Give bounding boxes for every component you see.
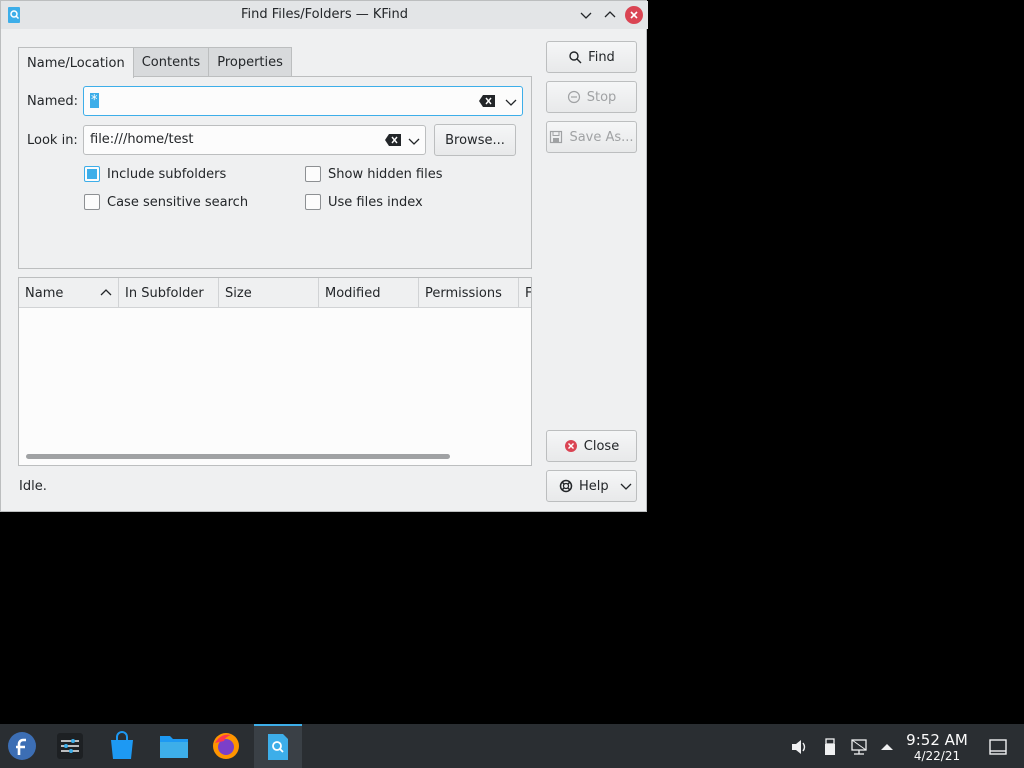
sort-ascending-icon bbox=[100, 289, 112, 296]
close-circle-icon bbox=[564, 440, 577, 452]
titlebar[interactable]: Find Files/Folders — KFind bbox=[1, 1, 648, 29]
status-text: Idle. bbox=[19, 479, 47, 494]
system-settings-task[interactable] bbox=[46, 724, 94, 768]
checkbox-box[interactable] bbox=[305, 166, 321, 182]
named-combobox[interactable]: * bbox=[83, 86, 523, 116]
close-icon bbox=[630, 11, 638, 19]
chevron-down-icon bbox=[580, 12, 592, 19]
tab-bar: Name/Location Contents Properties bbox=[18, 47, 292, 78]
column-header-in-subfolder[interactable]: In Subfolder bbox=[119, 278, 219, 308]
checkbox-box[interactable] bbox=[305, 194, 321, 210]
firefox-task[interactable] bbox=[202, 724, 250, 768]
named-label: Named: bbox=[27, 94, 78, 109]
stop-icon bbox=[567, 90, 580, 104]
find-button[interactable]: Find bbox=[546, 41, 637, 73]
store-bag-icon bbox=[111, 731, 133, 759]
clock-time: 9:52 AM bbox=[906, 731, 968, 749]
results-table[interactable]: Name In Subfolder Size Modified Permissi… bbox=[18, 277, 532, 466]
volume-icon[interactable] bbox=[790, 738, 808, 756]
save-icon bbox=[550, 130, 563, 144]
case-sensitive-checkbox[interactable]: Case sensitive search bbox=[84, 194, 248, 210]
fedora-logo-icon bbox=[8, 732, 36, 760]
column-header-name[interactable]: Name bbox=[19, 278, 119, 308]
show-desktop-icon[interactable] bbox=[988, 738, 1008, 756]
chevron-up-icon[interactable] bbox=[878, 738, 896, 756]
tab-name-location[interactable]: Name/Location bbox=[18, 47, 134, 78]
kfind-window: Find Files/Folders — KFind Name/Location… bbox=[0, 0, 648, 512]
column-header-size[interactable]: Size bbox=[219, 278, 319, 308]
firefox-icon bbox=[213, 733, 239, 759]
use-files-index-checkbox[interactable]: Use files index bbox=[305, 194, 423, 210]
close-button[interactable]: Close bbox=[546, 430, 637, 462]
checkbox-box[interactable] bbox=[84, 166, 100, 182]
tab-contents[interactable]: Contents bbox=[132, 47, 210, 77]
lookin-combobox[interactable]: file:///home/test bbox=[83, 125, 426, 155]
column-header-modified[interactable]: Modified bbox=[319, 278, 419, 308]
app-launcher-button[interactable] bbox=[0, 724, 44, 768]
horizontal-scrollbar[interactable] bbox=[26, 454, 450, 459]
name-location-panel: Named: * Look in: file:///home/test Brow… bbox=[18, 76, 532, 269]
clock-date: 4/22/21 bbox=[913, 749, 961, 763]
kfind-icon bbox=[268, 734, 288, 760]
named-input-value[interactable]: * bbox=[90, 93, 99, 108]
dolphin-task[interactable] bbox=[150, 724, 198, 768]
show-hidden-files-checkbox[interactable]: Show hidden files bbox=[305, 166, 443, 182]
chevron-down-icon[interactable] bbox=[408, 135, 420, 147]
help-button[interactable]: Help bbox=[546, 470, 637, 502]
close-window-button[interactable] bbox=[625, 6, 643, 24]
stop-button[interactable]: Stop bbox=[546, 81, 637, 113]
checkbox-box[interactable] bbox=[84, 194, 100, 210]
taskbar bbox=[0, 724, 1024, 768]
settings-sliders-icon bbox=[57, 733, 83, 759]
lookin-input-value[interactable]: file:///home/test bbox=[90, 132, 194, 147]
column-header-permissions[interactable]: Permissions bbox=[419, 278, 519, 308]
save-as-button[interactable]: Save As... bbox=[546, 121, 637, 153]
window-title: Find Files/Folders — KFind bbox=[240, 7, 409, 22]
tab-properties[interactable]: Properties bbox=[208, 47, 292, 77]
column-header-truncated[interactable]: F bbox=[519, 278, 531, 308]
table-header: Name In Subfolder Size Modified Permissi… bbox=[19, 278, 531, 308]
clear-text-icon[interactable] bbox=[479, 95, 495, 107]
search-icon bbox=[569, 51, 582, 64]
discover-task[interactable] bbox=[98, 724, 146, 768]
lifebuoy-icon bbox=[559, 479, 573, 493]
usb-drive-icon[interactable] bbox=[821, 738, 839, 756]
network-wired-icon[interactable] bbox=[850, 738, 868, 756]
maximize-button[interactable] bbox=[601, 6, 619, 24]
clear-text-icon[interactable] bbox=[385, 134, 401, 146]
include-subfolders-checkbox[interactable]: Include subfolders bbox=[84, 166, 226, 182]
browse-button[interactable]: Browse... bbox=[434, 124, 516, 156]
chevron-down-icon[interactable] bbox=[505, 96, 517, 108]
chevron-up-icon bbox=[604, 11, 616, 18]
lookin-label: Look in: bbox=[27, 133, 78, 148]
chevron-down-icon[interactable] bbox=[620, 480, 632, 492]
minimize-button[interactable] bbox=[577, 6, 595, 24]
kfind-task[interactable] bbox=[254, 724, 302, 768]
digital-clock[interactable]: 9:52 AM 4/22/21 bbox=[900, 731, 974, 763]
folder-icon bbox=[160, 736, 188, 758]
